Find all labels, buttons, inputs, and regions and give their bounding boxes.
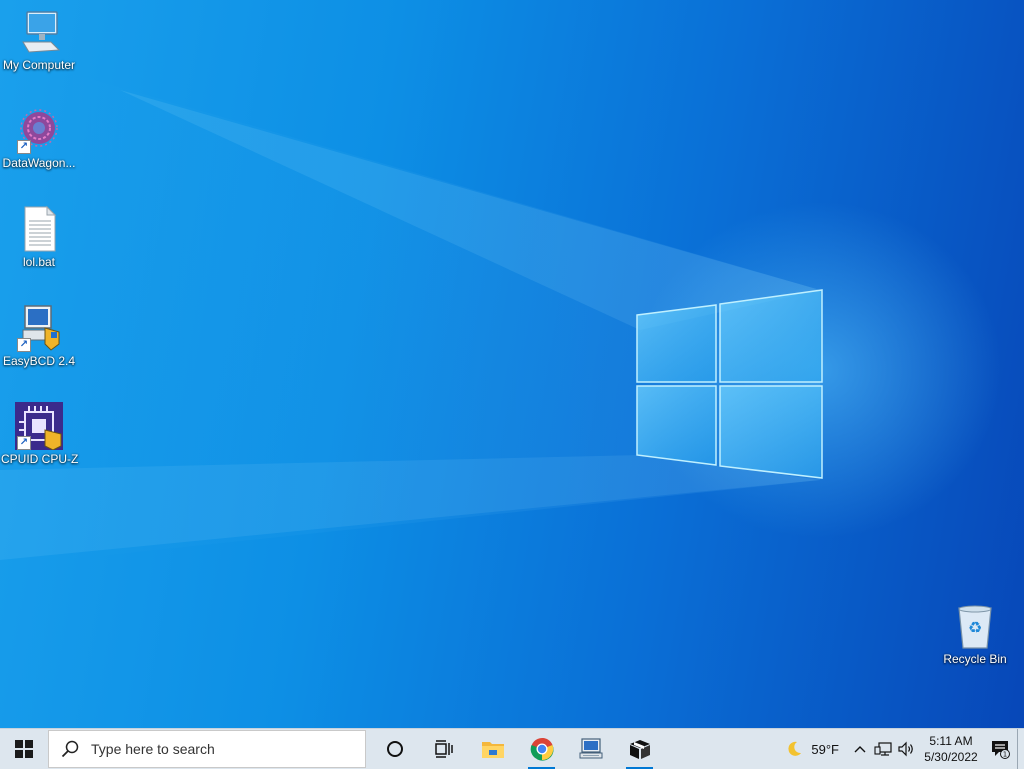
desktop-icon-label: CPUID CPU-Z [1, 452, 79, 466]
cortana-button[interactable] [370, 729, 419, 769]
svg-text:♻: ♻ [968, 618, 982, 637]
clock-date: 5/30/2022 [924, 750, 978, 764]
batch-file-icon [15, 205, 63, 253]
system-tray: 59°F 5:11 AM 5/30/2022 1 [775, 729, 1024, 769]
taskbar: Type here to search 59°F 5:11 AM 5/30/20… [0, 728, 1024, 769]
desktop-icon-recycle-bin[interactable]: ♻ Recycle Bin [937, 602, 1013, 666]
file-explorer-button[interactable] [468, 729, 517, 769]
package-box-icon [629, 740, 650, 759]
moon-icon [788, 741, 802, 756]
desktop-icon-cpuz[interactable]: ↗ CPUID CPU-Z [1, 402, 79, 466]
desktop-icon-datawagon[interactable]: ↗ DataWagon... [1, 106, 77, 170]
desktop-icon-label: EasyBCD 2.4 [2, 354, 76, 368]
folder-icon [481, 742, 504, 758]
network-status-button[interactable] [871, 729, 895, 769]
desktop-icon-label: My Computer [2, 58, 76, 72]
datawagon-icon: ↗ [15, 106, 63, 154]
weather-temperature: 59°F [811, 741, 839, 757]
shortcut-arrow-icon: ↗ [17, 338, 31, 352]
show-hidden-icons-button[interactable] [849, 729, 871, 769]
cortana-circle-icon [386, 741, 403, 757]
easybcd-icon: ↗ [15, 304, 63, 352]
computer-icon [15, 8, 63, 56]
notification-count: 1 [1003, 751, 1007, 759]
desktop: My Computer ↗ DataWagon... lol.bat ↗ Eas… [0, 0, 1024, 728]
clock[interactable]: 5:11 AM 5/30/2022 [919, 733, 983, 765]
weather-widget[interactable]: 59°F [775, 740, 849, 758]
recycle-bin-icon: ♻ [951, 602, 999, 650]
speaker-icon [898, 741, 913, 757]
network-computer-icon [579, 738, 602, 759]
clock-time: 5:11 AM [929, 734, 973, 748]
desktop-icon-lol-bat[interactable]: lol.bat [1, 205, 77, 269]
cpuz-icon: ↗ [15, 402, 63, 451]
task-view-button[interactable] [419, 729, 468, 769]
search-input[interactable]: Type here to search [48, 730, 366, 768]
wallpaper-windows-logo [0, 70, 823, 560]
desktop-icon-label: DataWagon... [2, 156, 76, 170]
desktop-icon-label: lol.bat [22, 255, 56, 269]
desktop-icon-my-computer[interactable]: My Computer [1, 8, 77, 72]
action-center-button[interactable]: 1 [983, 729, 1017, 769]
show-desktop-button[interactable] [1017, 729, 1024, 769]
chrome-button[interactable] [517, 729, 566, 769]
chevron-up-icon [854, 746, 866, 753]
task-view-icon [434, 740, 453, 758]
network-app-button[interactable] [566, 729, 615, 769]
notification-icon: 1 [992, 741, 1010, 759]
desktop-icon-easybcd[interactable]: ↗ EasyBCD 2.4 [1, 304, 77, 368]
shortcut-arrow-icon: ↗ [17, 436, 31, 450]
search-placeholder: Type here to search [91, 741, 215, 757]
windows-start-icon [15, 740, 33, 758]
shortcut-arrow-icon: ↗ [17, 140, 31, 154]
chrome-icon [530, 737, 554, 761]
search-icon [61, 740, 79, 758]
network-icon [874, 742, 892, 756]
volume-button[interactable] [895, 729, 919, 769]
desktop-icon-label: Recycle Bin [943, 652, 1007, 666]
start-button[interactable] [0, 729, 48, 769]
box-app-button[interactable] [615, 729, 664, 769]
